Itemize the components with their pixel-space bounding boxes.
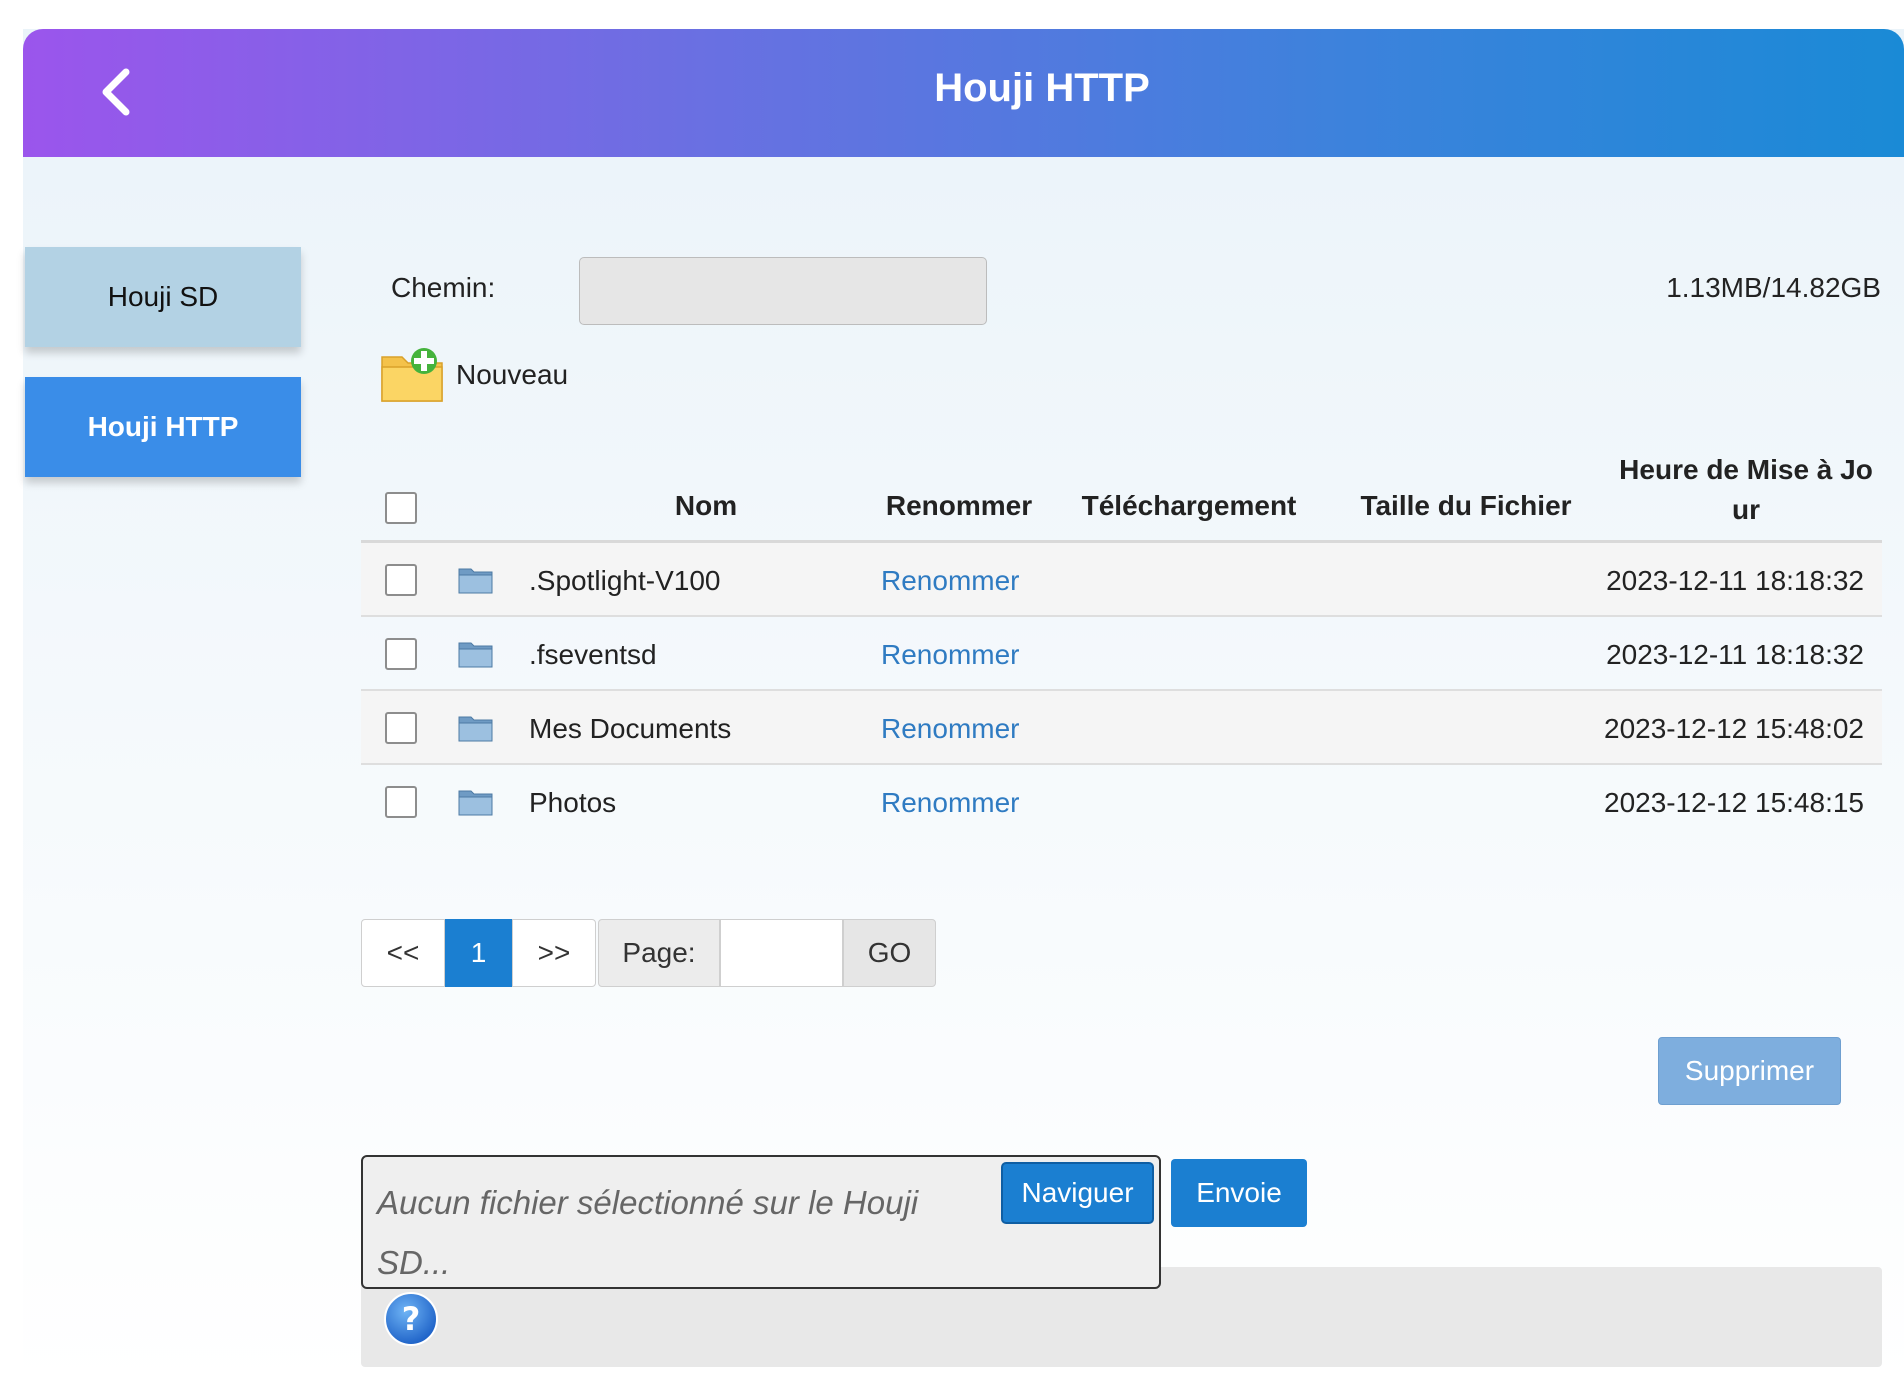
- sidebar-item-label: Houji HTTP: [87, 411, 239, 442]
- table-header: Nom Renommer Téléchargement Taille du Fi…: [361, 440, 1882, 543]
- row-checkbox[interactable]: [385, 564, 417, 596]
- modified-time: 2023-12-11 18:18:32: [1606, 565, 1864, 596]
- storage-usage: 1.13MB/14.82GB: [1666, 272, 1881, 303]
- go-button[interactable]: GO: [843, 919, 936, 987]
- rename-link[interactable]: Renommer: [881, 713, 1019, 745]
- row-checkbox[interactable]: [385, 786, 417, 818]
- row-checkbox[interactable]: [385, 638, 417, 670]
- column-header-modified: Heure de Mise à Jo ur: [1596, 450, 1896, 530]
- folder-icon: [458, 568, 493, 594]
- folder-icon: [458, 642, 493, 668]
- file-table: Nom Renommer Téléchargement Taille du Fi…: [361, 440, 1882, 839]
- prev-page-button[interactable]: <<: [361, 919, 445, 987]
- rename-link[interactable]: Renommer: [881, 639, 1019, 671]
- row-checkbox[interactable]: [385, 712, 417, 744]
- page-number-input[interactable]: [720, 919, 843, 987]
- path-input[interactable]: [579, 257, 987, 325]
- column-header-download: Téléchargement: [1081, 490, 1297, 521]
- delete-button[interactable]: Supprimer: [1658, 1037, 1841, 1105]
- page-title: Houji HTTP: [934, 66, 1150, 110]
- rename-link[interactable]: Renommer: [881, 565, 1019, 597]
- help-icon[interactable]: ?: [383, 1291, 439, 1347]
- modified-time: 2023-12-12 15:48:02: [1604, 713, 1864, 744]
- column-header-size: Taille du Fichier: [1360, 490, 1572, 521]
- page-1-button[interactable]: 1: [445, 919, 512, 987]
- new-folder-button[interactable]: Nouveau: [380, 345, 568, 405]
- send-button[interactable]: Envoie: [1171, 1159, 1307, 1227]
- column-header-name: Nom: [674, 490, 738, 521]
- path-label: Chemin:: [391, 272, 496, 303]
- rename-link[interactable]: Renommer: [881, 787, 1019, 819]
- table-row: .Spotlight-V100 Renommer 2023-12-11 18:1…: [361, 543, 1882, 617]
- new-folder-label: Nouveau: [456, 359, 569, 390]
- column-header-modified-line1: Heure de Mise à Jo: [1619, 454, 1873, 485]
- folder-icon: [458, 716, 493, 742]
- sidebar-item-houji-sd[interactable]: Houji SD: [25, 247, 301, 347]
- table-row: .fseventsd Renommer 2023-12-11 18:18:32: [361, 617, 1882, 691]
- sidebar-item-label: Houji SD: [107, 281, 219, 312]
- file-name[interactable]: Mes Documents: [529, 713, 731, 745]
- top-bar: Houji HTTP: [23, 29, 1904, 157]
- modified-time: 2023-12-12 15:48:15: [1604, 787, 1864, 818]
- file-name[interactable]: Photos: [529, 787, 616, 819]
- browse-button[interactable]: Naviguer: [1001, 1162, 1154, 1224]
- sidebar-item-houji-http[interactable]: Houji HTTP: [25, 377, 301, 477]
- pagination: << 1 >> Page: GO: [361, 919, 936, 987]
- new-folder-icon: [381, 348, 443, 402]
- column-header-rename: Renommer: [885, 490, 1033, 521]
- modified-time: 2023-12-11 18:18:32: [1606, 639, 1864, 670]
- svg-text:?: ?: [402, 1300, 421, 1338]
- file-name[interactable]: .fseventsd: [529, 639, 657, 671]
- column-header-modified-line2: ur: [1732, 494, 1760, 525]
- next-page-button[interactable]: >>: [512, 919, 596, 987]
- file-picker[interactable]: Aucun fichier sélectionné sur le Houji S…: [361, 1155, 1161, 1289]
- folder-icon: [458, 790, 493, 816]
- table-row: Photos Renommer 2023-12-12 15:48:15: [361, 765, 1882, 839]
- file-status-text: Aucun fichier sélectionné sur le Houji S…: [377, 1184, 919, 1281]
- file-name[interactable]: .Spotlight-V100: [529, 565, 720, 597]
- table-row: Mes Documents Renommer 2023-12-12 15:48:…: [361, 691, 1882, 765]
- page-label: Page:: [598, 919, 720, 987]
- select-all-checkbox[interactable]: [385, 492, 417, 524]
